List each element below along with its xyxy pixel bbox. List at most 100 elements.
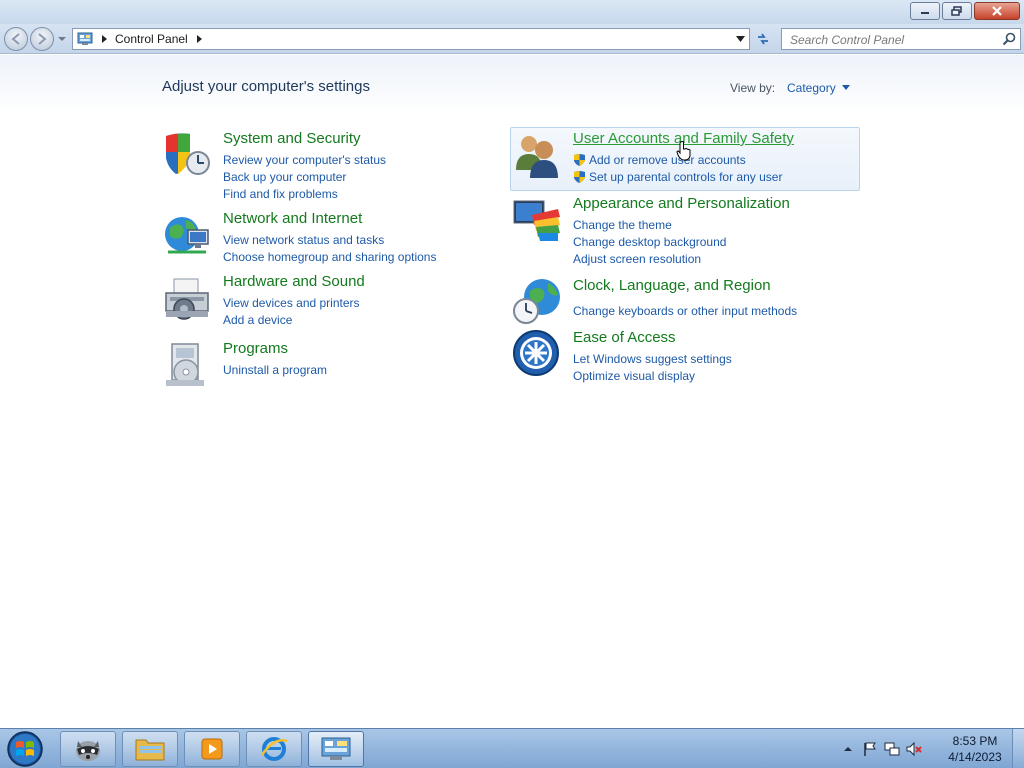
restore-icon [951, 6, 962, 16]
category-links: Change the theme Change desktop backgrou… [573, 216, 726, 267]
show-desktop-button[interactable] [1012, 729, 1024, 768]
recent-pages-dropdown-icon[interactable] [57, 34, 67, 44]
taskbar-app-raccoon[interactable] [60, 731, 116, 767]
category-programs[interactable]: Programs Uninstall a program [162, 340, 482, 390]
search-icon[interactable] [1002, 32, 1016, 46]
category-appearance-personalization[interactable]: Appearance and Personalization Change th… [512, 195, 858, 267]
refresh-icon [758, 33, 768, 45]
users-icon [516, 136, 558, 178]
chevron-down-icon [841, 85, 850, 90]
folder-icon [135, 739, 165, 761]
category-title[interactable]: Programs [223, 340, 288, 357]
category-ease-of-access[interactable]: Ease of Access Let Windows suggest setti… [512, 329, 858, 384]
link-optimize-visual-display[interactable]: Optimize visual display [573, 367, 732, 384]
page-title: Adjust your computer's settings [162, 78, 370, 95]
category-title[interactable]: Network and Internet [223, 210, 362, 227]
minimize-icon [921, 12, 929, 14]
link-find-and-fix-problems[interactable]: Find and fix problems [223, 185, 386, 202]
category-clock-language-region[interactable]: Clock, Language, and Region Change keybo… [512, 277, 858, 327]
taskbar-clock[interactable]: 8:53 PM 4/14/2023 [940, 733, 1010, 765]
link-change-desktop-background[interactable]: Change desktop background [573, 233, 726, 250]
control-panel-icon [321, 737, 351, 760]
taskbar: 8:53 PM 4/14/2023 [0, 728, 1024, 768]
address-dropdown-icon[interactable] [736, 35, 745, 43]
view-by-label: View by: [730, 81, 776, 95]
window-titlebar [0, 0, 1024, 24]
link-back-up-computer[interactable]: Back up your computer [223, 168, 386, 185]
refresh-button[interactable] [752, 28, 774, 50]
action-center-flag-icon[interactable] [862, 741, 878, 757]
category-title[interactable]: Ease of Access [573, 329, 676, 346]
link-homegroup-sharing[interactable]: Choose homegroup and sharing options [223, 248, 436, 265]
link-text[interactable]: Set up parental controls for any user [589, 170, 782, 184]
network-icon[interactable] [884, 741, 900, 757]
clock-time: 8:53 PM [952, 734, 998, 748]
link-view-network-status[interactable]: View network status and tasks [223, 231, 436, 248]
category-title[interactable]: Appearance and Personalization [573, 195, 790, 212]
view-by-dropdown[interactable]: Category [787, 81, 850, 95]
category-links: View network status and tasks Choose hom… [223, 231, 436, 265]
link-parental-controls[interactable]: Set up parental controls for any user [573, 168, 782, 185]
taskbar-control-panel[interactable] [308, 731, 364, 767]
category-title[interactable]: Clock, Language, and Region [573, 277, 771, 294]
hand-cursor-icon [676, 141, 691, 161]
control-panel-icon [77, 32, 93, 45]
system-tray [840, 729, 922, 768]
back-arrow-icon [11, 33, 20, 45]
breadcrumb-arrow-icon[interactable] [194, 34, 204, 44]
link-change-theme[interactable]: Change the theme [573, 216, 726, 233]
globe-clock-icon [513, 279, 560, 324]
taskbar-media-player[interactable] [184, 731, 240, 767]
search-input[interactable] [782, 30, 992, 50]
link-review-computer-status[interactable]: Review your computer's status [223, 151, 386, 168]
clock-date: 4/14/2023 [948, 750, 1002, 764]
close-icon [992, 6, 1002, 16]
category-title[interactable]: Hardware and Sound [223, 273, 365, 290]
printer-icon [165, 278, 209, 320]
link-let-windows-suggest[interactable]: Let Windows suggest settings [573, 350, 732, 367]
category-hardware-and-sound[interactable]: Hardware and Sound View devices and prin… [162, 273, 482, 328]
window-controls [910, 2, 1020, 20]
category-links: View devices and printers Add a device [223, 294, 360, 328]
raccoon-icon [76, 741, 100, 761]
taskbar-windows-explorer[interactable] [122, 731, 178, 767]
navigation-bar: Control Panel [0, 24, 1024, 54]
shield-icon [166, 133, 210, 175]
monitor-palette-icon [513, 200, 560, 241]
forward-arrow-icon [38, 33, 47, 45]
close-button[interactable] [974, 2, 1020, 20]
category-links: Change keyboards or other input methods [573, 302, 797, 319]
category-links: Let Windows suggest settings Optimize vi… [573, 350, 732, 384]
ease-of-access-icon [513, 330, 559, 376]
forward-button[interactable] [30, 27, 54, 51]
category-title[interactable]: System and Security [223, 130, 361, 147]
category-network-and-internet[interactable]: Network and Internet View network status… [162, 210, 482, 265]
taskbar-internet-explorer[interactable] [246, 731, 302, 767]
link-text[interactable]: Add or remove user accounts [589, 153, 746, 167]
media-player-icon [201, 738, 223, 760]
category-system-and-security[interactable]: System and Security Review your computer… [162, 130, 482, 202]
back-button[interactable] [4, 27, 28, 51]
view-by-value[interactable]: Category [787, 81, 836, 95]
internet-explorer-icon [260, 737, 288, 761]
network-globe-icon [165, 217, 209, 254]
address-bar[interactable]: Control Panel [72, 28, 750, 50]
link-add-a-device[interactable]: Add a device [223, 311, 360, 328]
search-box[interactable] [781, 28, 1021, 50]
show-hidden-icons-icon[interactable] [840, 741, 856, 757]
link-change-keyboards[interactable]: Change keyboards or other input methods [573, 302, 797, 319]
restore-button[interactable] [942, 2, 972, 20]
uac-shield-icon [574, 170, 585, 183]
volume-muted-icon[interactable] [906, 741, 922, 757]
minimize-button[interactable] [910, 2, 940, 20]
link-uninstall-a-program[interactable]: Uninstall a program [223, 361, 327, 378]
start-button[interactable] [3, 730, 47, 768]
breadcrumb-control-panel[interactable]: Control Panel [115, 32, 188, 46]
link-view-devices-printers[interactable]: View devices and printers [223, 294, 360, 311]
category-links: Uninstall a program [223, 361, 327, 378]
uac-shield-icon [574, 153, 585, 166]
link-adjust-screen-resolution[interactable]: Adjust screen resolution [573, 250, 726, 267]
programs-icon [166, 343, 204, 386]
breadcrumb-arrow-icon[interactable] [99, 34, 109, 44]
control-panel-content: Adjust your computer's settings View by:… [0, 55, 1024, 728]
